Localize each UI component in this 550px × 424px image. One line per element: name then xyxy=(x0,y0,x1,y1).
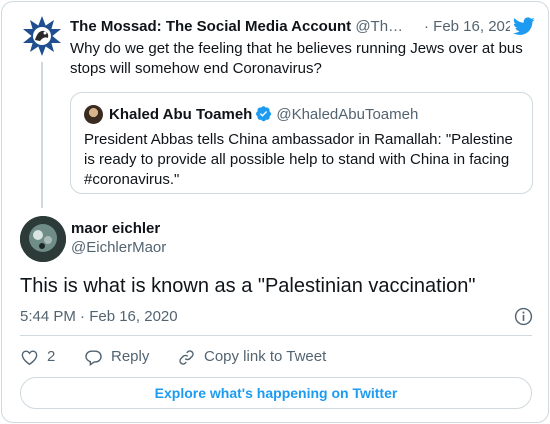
quoted-author-name: Khaled Abu Toameh xyxy=(109,106,253,123)
separator-dot: · xyxy=(424,18,429,35)
tweet-date[interactable]: Feb 16, 2020 xyxy=(433,18,510,35)
verified-badge-icon xyxy=(256,106,272,122)
quoted-author-handle: @KhaledAbuToameh xyxy=(276,106,419,123)
twitter-bird-icon[interactable] xyxy=(513,17,535,36)
quoted-author-avatar xyxy=(84,105,103,124)
author-name[interactable]: The Mossad: The Social Media Account xyxy=(70,18,351,35)
reply-label: Reply xyxy=(111,348,150,365)
tweet-embed-card: The Mossad: The Social Media Account @Th… xyxy=(1,1,549,423)
reply-timestamp[interactable]: 5:44 PM · Feb 16, 2020 xyxy=(20,307,178,327)
like-count: 2 xyxy=(47,348,56,365)
reply-author-name[interactable]: maor eichler xyxy=(71,219,160,239)
mossad-emblem-icon[interactable] xyxy=(20,14,64,58)
action-bar: 2 Reply Copy link to Tweet xyxy=(20,346,540,368)
reply-tweet-text: This is what is known as a "Palestinian … xyxy=(20,275,476,297)
link-icon xyxy=(179,349,194,365)
heart-icon xyxy=(21,349,38,365)
thread-connector-line xyxy=(41,62,43,208)
reply-bubble-icon xyxy=(85,349,102,366)
quoted-tweet[interactable]: Khaled Abu Toameh @KhaledAbuToameh Presid… xyxy=(70,92,533,194)
quoted-tweet-text: President Abbas tells China ambassador i… xyxy=(84,131,513,188)
author-handle[interactable]: @Th… xyxy=(355,18,403,35)
reply-author-handle[interactable]: @EichlerMaor xyxy=(71,238,166,258)
divider xyxy=(20,335,532,336)
parent-tweet-text: Why do we get the feeling that he believ… xyxy=(70,40,523,77)
copy-link-label: Copy link to Tweet xyxy=(204,348,327,365)
like-button[interactable]: 2 xyxy=(20,346,55,368)
reply-author-avatar[interactable] xyxy=(20,216,66,262)
copy-link-button[interactable]: Copy link to Tweet xyxy=(177,346,326,368)
info-icon[interactable] xyxy=(514,307,533,326)
quoted-tweet-header: Khaled Abu Toameh @KhaledAbuToameh xyxy=(109,104,418,126)
explore-twitter-button[interactable]: Explore what's happening on Twitter xyxy=(20,377,532,409)
tweet-date-group[interactable]: · Feb 16, 2020 xyxy=(420,16,510,38)
reply-button[interactable]: Reply xyxy=(84,346,149,368)
parent-tweet-header: The Mossad: The Social Media Account @Th… xyxy=(70,16,510,38)
